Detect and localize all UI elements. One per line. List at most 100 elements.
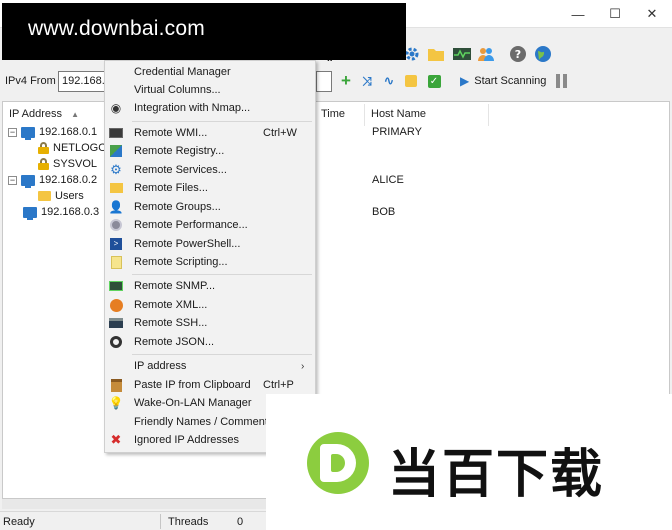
wave-icon[interactable]: ∿ <box>380 72 398 90</box>
eye-icon: ◉ <box>110 101 122 115</box>
menu-separator <box>132 274 312 275</box>
menu-item-label: Remote PowerShell... <box>134 238 241 250</box>
users-icon[interactable] <box>477 45 495 63</box>
wmi-icon <box>109 126 123 140</box>
menu-item-remote-services[interactable]: ⚙ Remote Services... <box>105 161 315 179</box>
menu-item-label: Remote Files... <box>134 182 208 194</box>
column-header-time[interactable]: Time <box>315 104 365 126</box>
menu-item-remote-registry[interactable]: Remote Registry... <box>105 142 315 160</box>
collapse-icon[interactable]: − <box>8 127 17 137</box>
menu-item-label: Remote Performance... <box>134 219 248 231</box>
menu-item-remote-json[interactable]: Remote JSON... <box>105 333 315 351</box>
menu-item-ip-address[interactable]: IP address › <box>105 357 315 375</box>
performance-icon[interactable] <box>452 45 472 63</box>
ipv4-from-input[interactable]: 192.168.0 <box>58 71 111 92</box>
menu-item-remote-snmp[interactable]: Remote SNMP... <box>105 277 315 295</box>
folder-icon <box>38 191 51 201</box>
menu-item-label: Virtual Columns... <box>134 84 221 96</box>
menu-item-label: IP address <box>134 360 187 372</box>
tree-row[interactable]: − 192.168.0.2 <box>8 172 97 188</box>
tree-row[interactable]: SYSVOL <box>38 156 97 172</box>
script-icon <box>109 255 123 269</box>
note-icon[interactable] <box>402 72 420 90</box>
users-icon: 👤 <box>108 200 124 214</box>
menu-item-label: Remote XML... <box>134 299 208 311</box>
powershell-icon: > <box>109 237 123 251</box>
menu-item-virtual-columns[interactable]: Virtual Columns... <box>105 81 315 99</box>
lightbulb-icon: 💡 <box>108 396 124 410</box>
ipv4-from-label: IPv4 From <box>5 75 56 87</box>
tree-row[interactable]: 192.168.0.3 <box>23 204 99 220</box>
start-scanning-label: Start Scanning <box>474 75 547 87</box>
play-icon: ▶ <box>460 74 470 88</box>
tree-row-label: 192.168.0.1 <box>39 126 98 138</box>
watermark-text: www.downbai.com <box>28 17 205 40</box>
menu-item-label: Remote Registry... <box>134 145 225 157</box>
menu-item-remote-performance[interactable]: Remote Performance... <box>105 216 315 234</box>
folder-icon[interactable] <box>427 45 445 63</box>
menu-item-remote-xml[interactable]: Remote XML... <box>105 296 315 314</box>
column-header-host[interactable]: Host Name <box>365 104 489 126</box>
tree-row[interactable]: Users <box>38 188 84 204</box>
svg-text:?: ? <box>515 48 521 61</box>
start-scanning-button[interactable]: ▶ Start Scanning <box>460 72 546 90</box>
gear-icon: ⚙ <box>110 162 122 177</box>
tree-row-label: Users <box>55 190 84 202</box>
gauge-icon <box>109 218 123 232</box>
host-name: PRIMARY <box>372 126 422 138</box>
sort-up-icon: ▲ <box>71 110 79 119</box>
globe-icon[interactable] <box>534 45 552 63</box>
menu-item-label: Remote Services... <box>134 164 227 176</box>
menu-item-remote-scripting[interactable]: Remote Scripting... <box>105 253 315 271</box>
ipv4-to-input[interactable] <box>316 71 332 92</box>
folder-icon <box>109 181 123 195</box>
menu-item-remote-groups[interactable]: 👤 Remote Groups... <box>105 198 315 216</box>
tree-row[interactable]: − 192.168.0.1 <box>8 124 97 140</box>
menu-item-label: Remote SSH... <box>134 317 208 329</box>
menu-item-nmap[interactable]: ◉ Integration with Nmap... <box>105 99 315 117</box>
snmp-icon <box>109 279 123 293</box>
menu-item-label: Ignored IP Addresses <box>134 434 239 446</box>
close-button[interactable]: ✕ <box>630 0 672 28</box>
menu-item-label: Integration with Nmap... <box>134 102 251 114</box>
column-time-label: Time <box>321 108 346 120</box>
ssh-icon <box>109 316 123 330</box>
collapse-icon[interactable]: − <box>8 175 17 185</box>
column-ip-label: IP Address <box>9 108 62 120</box>
computer-icon <box>21 126 35 140</box>
menu-shortcut: Ctrl+P <box>263 379 294 391</box>
menu-item-paste-ip[interactable]: Paste IP from Clipboard Ctrl+P <box>105 376 315 394</box>
menu-item-credential-manager[interactable]: Credential Manager <box>105 63 315 81</box>
column-host-label: Host Name <box>371 108 427 120</box>
host-name: ALICE <box>372 174 404 186</box>
clipboard-icon <box>109 378 123 392</box>
tree-row-label: SYSVOL <box>53 158 98 170</box>
menu-item-label: Remote SNMP... <box>134 280 216 292</box>
threads-label: Threads <box>168 516 209 528</box>
tree-row-label: 192.168.0.3 <box>41 206 100 218</box>
add-icon[interactable]: + <box>337 71 355 90</box>
xml-icon <box>109 298 123 312</box>
menu-item-remote-wmi[interactable]: Remote WMI... Ctrl+W <box>105 124 315 142</box>
computer-icon <box>23 206 37 220</box>
tree-row-label: 192.168.0.2 <box>39 174 98 186</box>
menu-item-remote-ssh[interactable]: Remote SSH... <box>105 314 315 332</box>
logo-d-icon <box>307 432 369 494</box>
pause-icon[interactable] <box>556 74 568 88</box>
menu-item-label: Remote Groups... <box>134 201 221 213</box>
menu-item-remote-powershell[interactable]: > Remote PowerShell... <box>105 235 315 253</box>
threads-value: 0 <box>237 516 244 528</box>
menu-item-label: Wake-On-LAN Manager <box>134 397 252 409</box>
menu-item-remote-files[interactable]: Remote Files... <box>105 179 315 197</box>
submenu-arrow-icon: › <box>301 360 305 372</box>
shuffle-icon[interactable]: ⤨ <box>358 72 376 90</box>
check-icon[interactable]: ✓ <box>425 72 443 90</box>
computer-icon <box>21 174 35 188</box>
logo-text: 当百下载 <box>388 445 605 505</box>
menu-separator <box>132 121 312 122</box>
help-icon[interactable]: ? <box>509 45 527 63</box>
menu-item-label: Remote WMI... <box>134 127 208 139</box>
menu-item-label: Credential Manager <box>134 66 231 78</box>
red-x-icon: ✖ <box>110 432 122 447</box>
menu-item-label: Friendly Names / Comments... <box>134 416 283 428</box>
